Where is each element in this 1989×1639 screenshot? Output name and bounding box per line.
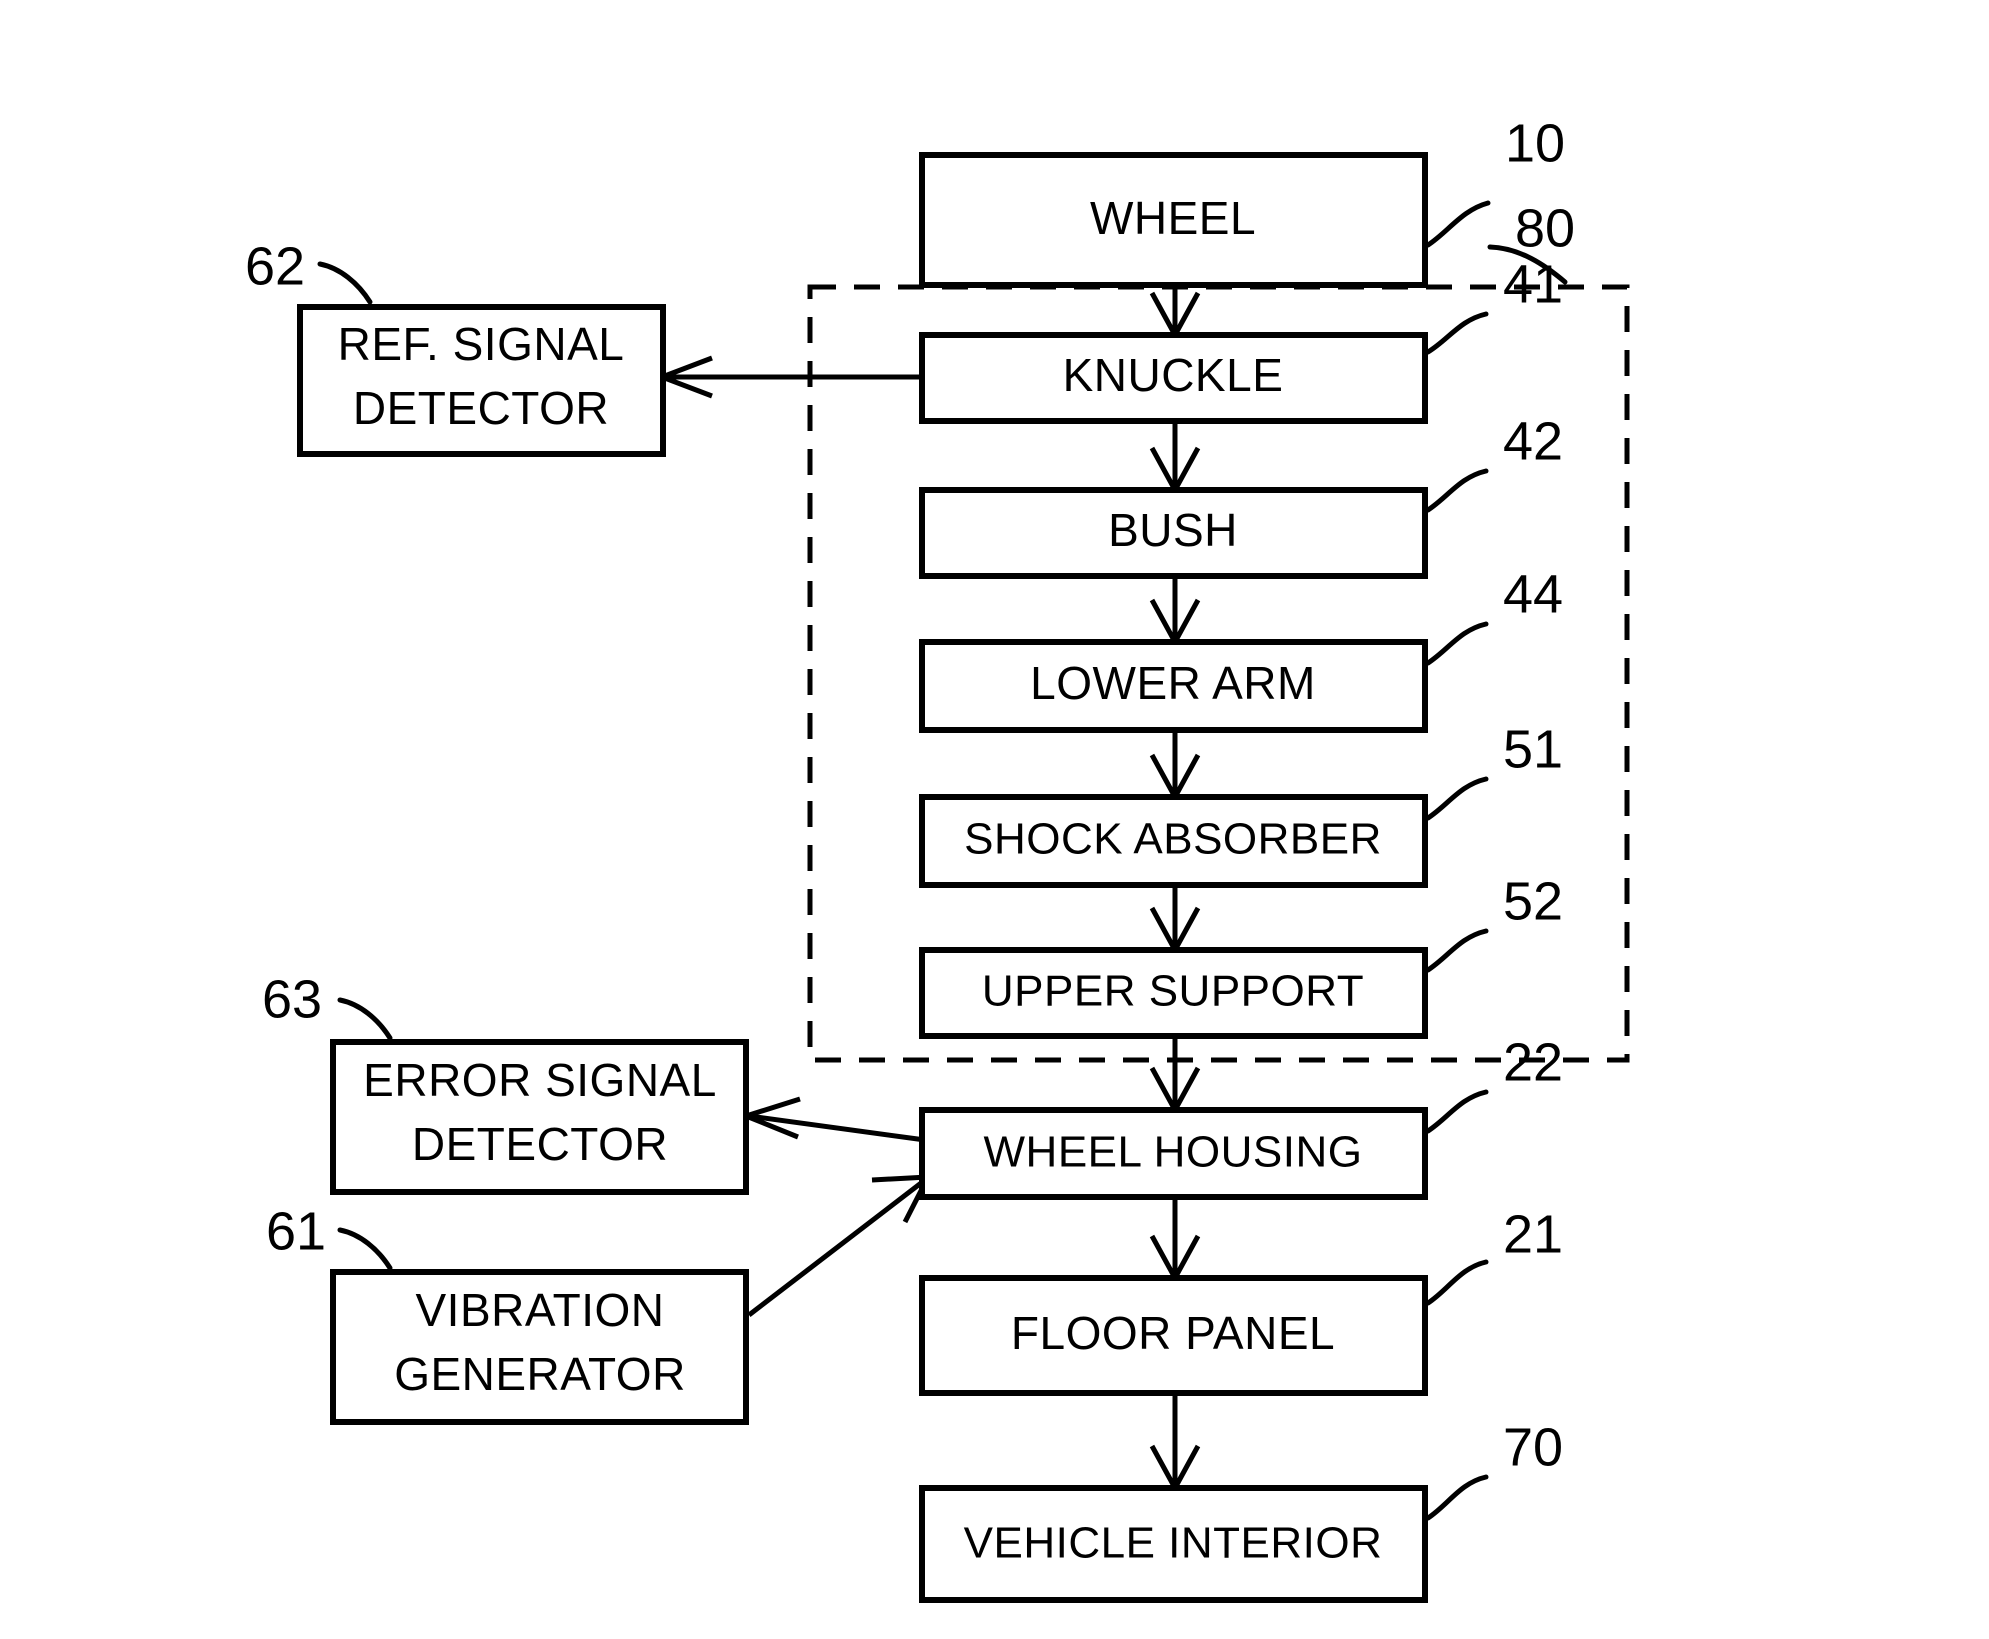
block-vehicle-interior-label: VEHICLE INTERIOR [964,1519,1383,1568]
block-knuckle-label: KNUCKLE [1063,349,1284,401]
ref-number-52: 52 [1503,871,1563,931]
leader-error-signal-detector [337,997,393,1041]
leader-vibration-generator [337,1227,393,1271]
block-floor-panel[interactable]: FLOOR PANEL 21 [919,1204,1563,1396]
leader-wheel-housing [1425,1089,1489,1134]
block-wheel-label: WHEEL [1090,192,1256,244]
leader-floor-panel [1425,1259,1489,1306]
block-error-signal-detector-line1: ERROR SIGNAL [363,1054,717,1106]
block-ref-signal-detector-line1: REF. SIGNAL [338,318,625,370]
ref-number-22: 22 [1503,1032,1563,1092]
leader-knuckle [1425,311,1489,355]
ref-number-80: 80 [1515,198,1575,258]
connector-upper-wheelhousing [1149,1035,1201,1116]
block-error-signal-detector-line2: DETECTOR [412,1118,668,1170]
block-upper-support-label: UPPER SUPPORT [982,967,1364,1016]
block-ref-signal-detector[interactable]: REF. SIGNAL DETECTOR 62 [245,236,666,457]
connector-vibgen-wheelhousing [747,1174,933,1317]
ref-number-70: 70 [1503,1417,1563,1477]
connector-lowerarm-shock [1149,730,1201,803]
ref-number-42: 42 [1503,411,1563,471]
ref-number-41: 41 [1503,254,1563,314]
connector-bush-lowerarm [1149,575,1201,648]
block-floor-panel-label: FLOOR PANEL [1011,1307,1335,1359]
ref-number-62: 62 [245,236,305,296]
diagram-canvas: 80 WHEEL 10 KNUCKLE 41 BUSH 42 LOWER ARM… [245,113,1630,1603]
leader-vehicle-interior [1425,1474,1489,1521]
connector-shock-upper [1149,885,1201,956]
ref-number-51: 51 [1503,719,1563,779]
connector-knuckle-refdetector [654,355,922,399]
patent-figure: 80 WHEEL 10 KNUCKLE 41 BUSH 42 LOWER ARM… [0,0,1989,1639]
leader-upper-support [1425,928,1489,973]
block-upper-support[interactable]: UPPER SUPPORT 52 [919,871,1563,1039]
ref-number-63: 63 [262,969,322,1029]
block-lower-arm-label: LOWER ARM [1030,657,1316,709]
connector-wheelhousing-floor [1149,1197,1201,1284]
leader-shock-absorber [1425,776,1489,821]
block-wheel[interactable]: WHEEL 10 [919,113,1565,288]
block-bush[interactable]: BUSH 42 [919,411,1563,579]
block-bush-label: BUSH [1108,504,1238,556]
block-ref-signal-detector-line2: DETECTOR [353,382,609,434]
leader-lower-arm [1425,621,1489,666]
ref-number-61: 61 [266,1201,326,1261]
block-vibration-generator-line1: VIBRATION [415,1284,664,1336]
connector-knuckle-bush [1149,420,1201,496]
leader-ref-signal-detector [317,261,373,305]
ref-number-10: 10 [1505,113,1565,173]
block-vibration-generator[interactable]: VIBRATION GENERATOR 61 [266,1201,749,1425]
connector-wheelhousing-errdetector [738,1096,926,1143]
connector-wheel-knuckle [1149,285,1201,341]
leader-wheel [1425,200,1491,248]
block-shock-absorber-label: SHOCK ABSORBER [964,815,1382,864]
block-shock-absorber[interactable]: SHOCK ABSORBER 51 [919,719,1563,888]
block-wheel-housing-label: WHEEL HOUSING [984,1128,1363,1177]
block-error-signal-detector[interactable]: ERROR SIGNAL DETECTOR 63 [262,969,749,1195]
ref-number-44: 44 [1503,564,1563,624]
leader-bush [1425,468,1489,513]
ref-number-21: 21 [1503,1204,1563,1264]
block-vehicle-interior[interactable]: VEHICLE INTERIOR 70 [919,1417,1563,1603]
block-wheel-housing[interactable]: WHEEL HOUSING 22 [919,1032,1563,1200]
connector-floor-interior [1149,1393,1201,1494]
block-vibration-generator-line2: GENERATOR [394,1348,686,1400]
block-lower-arm[interactable]: LOWER ARM 44 [919,564,1563,733]
